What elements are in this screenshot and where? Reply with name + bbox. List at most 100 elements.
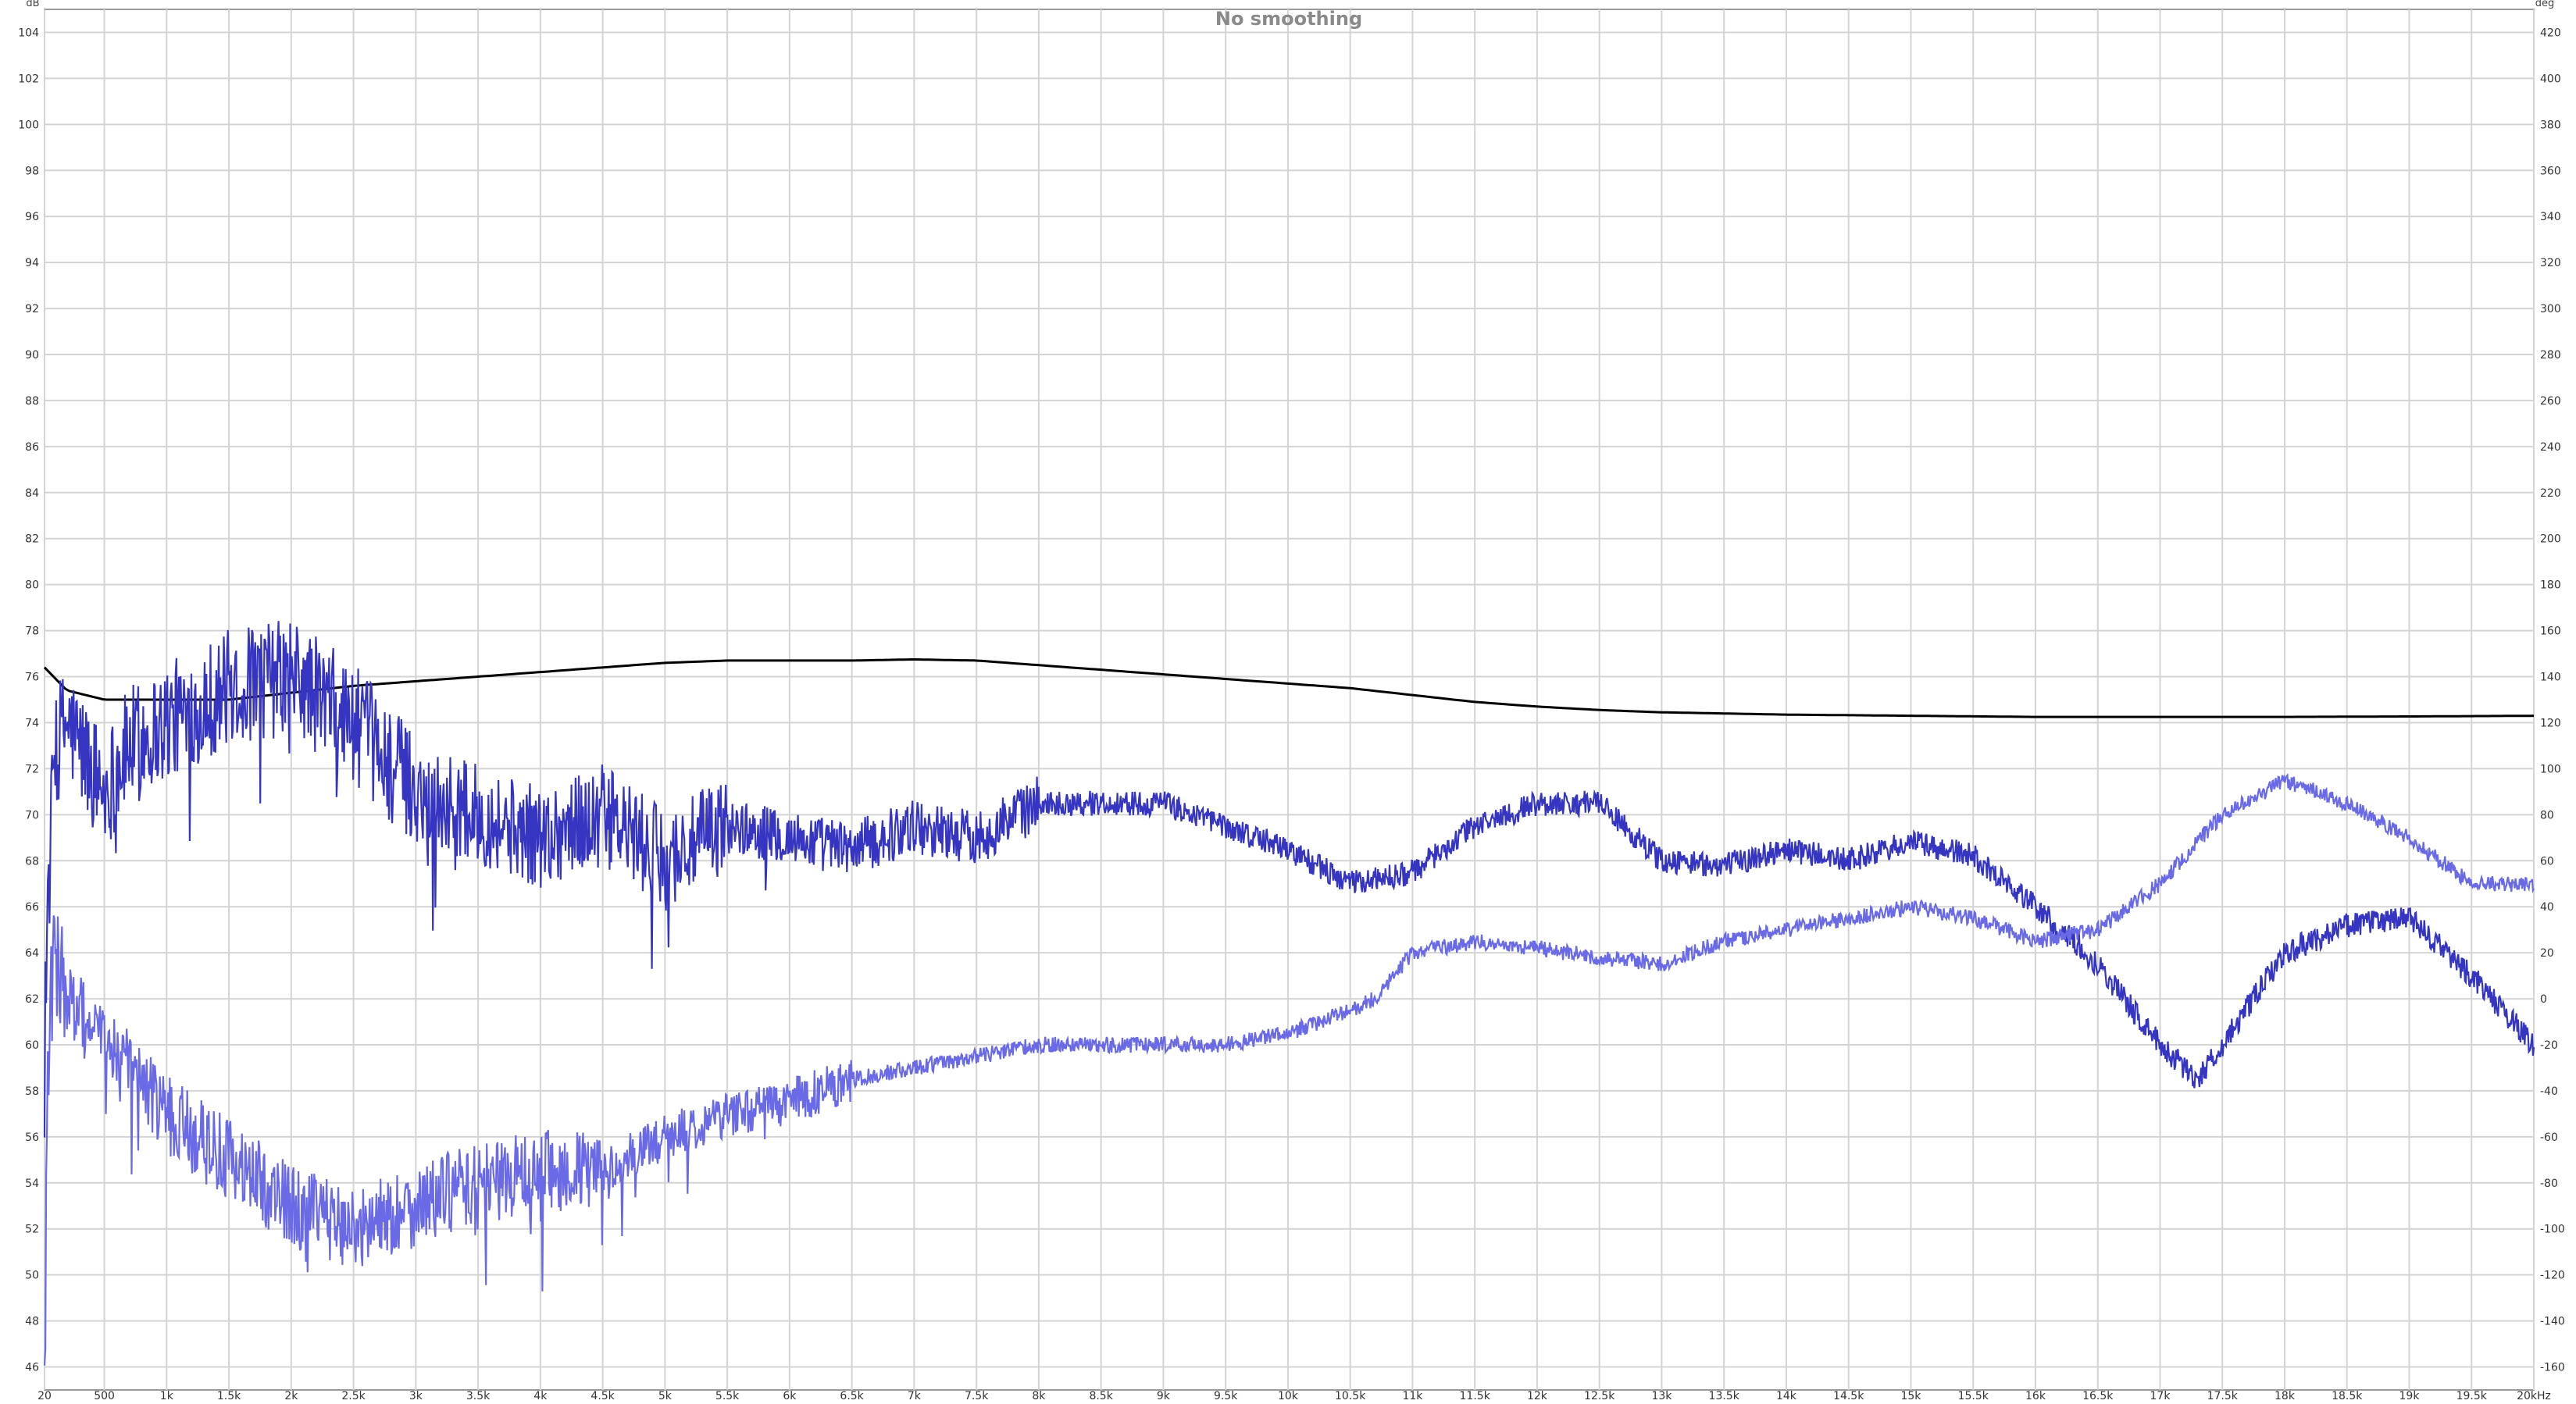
y2-tick-label: 0 [2540, 993, 2547, 1006]
y-tick-label: 66 [25, 901, 39, 914]
y2-tick-label: 420 [2540, 27, 2561, 39]
x-tick-label: 18.5k [2332, 1390, 2363, 1401]
y-tick-label: 82 [25, 533, 39, 546]
y-tick-label: 102 [18, 73, 39, 85]
y-tick-label: 88 [25, 395, 39, 408]
y-tick-label: 80 [25, 579, 39, 592]
x-tick-label: 12.5k [1584, 1390, 1615, 1401]
x-tick-label: 1k [160, 1390, 174, 1401]
x-tick-label: 10k [1278, 1390, 1299, 1401]
y2-tick-label: 80 [2540, 809, 2554, 821]
y2-tick-label: 240 [2540, 441, 2561, 454]
x-tick-label: 19k [2399, 1390, 2421, 1401]
y-tick-label: 74 [25, 717, 39, 729]
y-tick-label: 98 [25, 165, 39, 177]
x-tick-label: 15k [1900, 1390, 1921, 1401]
y2-tick-label: -120 [2540, 1270, 2565, 1282]
x-tick-label: 7k [908, 1390, 922, 1401]
x-tick-label: 7.5k [965, 1390, 989, 1401]
y-tick-label: 100 [18, 119, 39, 131]
y2-tick-label: 280 [2540, 349, 2561, 362]
y2-tick-label: 160 [2540, 625, 2561, 638]
x-tick-label: 8k [1032, 1390, 1046, 1401]
x-tick-label: 11.5k [1460, 1390, 1491, 1401]
chart-title: No smoothing [1215, 8, 1362, 30]
x-tick-label: 16.5k [2082, 1390, 2114, 1401]
x-tick-label: 2k [284, 1390, 298, 1401]
x-tick-label: 19.5k [2456, 1390, 2488, 1401]
y-tick-label: 104 [18, 27, 39, 39]
x-tick-label: 6.5k [840, 1390, 864, 1401]
y2-tick-label: 120 [2540, 717, 2561, 729]
x-tick-label: 9.5k [1214, 1390, 1238, 1401]
x-tick-label: 1.5k [217, 1390, 241, 1401]
x-tick-label: 9k [1157, 1390, 1171, 1401]
y2-tick-label: 260 [2540, 395, 2561, 408]
y2-tick-label: 20 [2540, 947, 2554, 960]
y2-tick-label: 300 [2540, 303, 2561, 315]
x-tick-label: 3k [409, 1390, 423, 1401]
x-tick-label: 16k [2025, 1390, 2046, 1401]
x-tick-label: 17k [2150, 1390, 2171, 1401]
x-tick-label: 5.5k [715, 1390, 740, 1401]
x-tick-label: 10.5k [1335, 1390, 1366, 1401]
x-tick-label: 14.5k [1833, 1390, 1864, 1401]
y-tick-label: 96 [25, 211, 39, 223]
y-tick-label: 92 [25, 303, 39, 315]
x-tick-label: 6k [783, 1390, 797, 1401]
y-tick-label: 84 [25, 487, 39, 500]
y2-tick-label: 220 [2540, 487, 2561, 500]
x-tick-label: 18k [2275, 1390, 2296, 1401]
x-tick-label: 20 [37, 1390, 52, 1401]
x-tick-label: 8.5k [1089, 1390, 1113, 1401]
y-tick-label: 78 [25, 625, 39, 638]
frequency-response-chart: dB deg No smoothing 20 500 1k 1.5k 2k 2.5k 3k 3… [0, 0, 2576, 1402]
x-tick-label: 15.5k [1958, 1390, 1989, 1401]
y-tick-label: 52 [25, 1224, 39, 1236]
x-tick-label: 13.5k [1709, 1390, 1740, 1401]
y2-tick-label: -40 [2540, 1085, 2558, 1098]
y-tick-label: 68 [25, 855, 39, 868]
y-tick-label: 54 [25, 1178, 39, 1190]
y2-tick-label: 100 [2540, 763, 2561, 775]
y2-tick-label: 340 [2540, 211, 2561, 223]
x-tick-label: 20kHz [2517, 1390, 2551, 1401]
y2-tick-label: 380 [2540, 119, 2561, 131]
y-tick-label: 56 [25, 1131, 39, 1144]
y2-tick-label: -100 [2540, 1224, 2565, 1236]
y-tick-label: 62 [25, 993, 39, 1006]
y-tick-label: 70 [25, 809, 39, 821]
y2-tick-label: -20 [2540, 1039, 2558, 1052]
y2-tick-label: 320 [2540, 257, 2561, 269]
chart-canvas: dB deg No smoothing 20 500 1k 1.5k 2k 2.5k 3k 3… [0, 0, 2576, 1402]
y2-tick-label: 60 [2540, 855, 2554, 868]
y-tick-label: 50 [25, 1270, 39, 1282]
y2-tick-label: 40 [2540, 901, 2554, 914]
x-tick-label: 11k [1402, 1390, 1423, 1401]
y-tick-label: 72 [25, 763, 39, 775]
y-tick-label: 46 [25, 1362, 39, 1374]
y2-tick-label: 180 [2540, 579, 2561, 592]
x-tick-label: 13k [1651, 1390, 1672, 1401]
x-tick-label: 17.5k [2207, 1390, 2239, 1401]
y2-tick-label: 140 [2540, 672, 2561, 684]
y-tick-label: 94 [25, 257, 39, 269]
right-axis-unit: deg [2535, 0, 2555, 9]
left-axis-unit: dB [26, 0, 39, 9]
y2-tick-label: 400 [2540, 73, 2561, 85]
y2-tick-label: -60 [2540, 1131, 2558, 1144]
y-tick-label: 86 [25, 441, 39, 454]
x-tick-label: 3.5k [466, 1390, 491, 1401]
y-tick-label: 90 [25, 349, 39, 362]
x-tick-label: 5k [658, 1390, 673, 1401]
y-tick-label: 58 [25, 1085, 39, 1098]
y-tick-label: 60 [25, 1039, 39, 1052]
x-tick-label: 2.5k [341, 1390, 366, 1401]
x-tick-label: 4k [533, 1390, 548, 1401]
y2-tick-label: -140 [2540, 1316, 2565, 1328]
x-tick-label: 12k [1527, 1390, 1548, 1401]
x-tick-label: 14k [1776, 1390, 1797, 1401]
x-tick-label: 500 [94, 1390, 115, 1401]
y-tick-label: 76 [25, 672, 39, 684]
x-tick-label: 4.5k [590, 1390, 615, 1401]
